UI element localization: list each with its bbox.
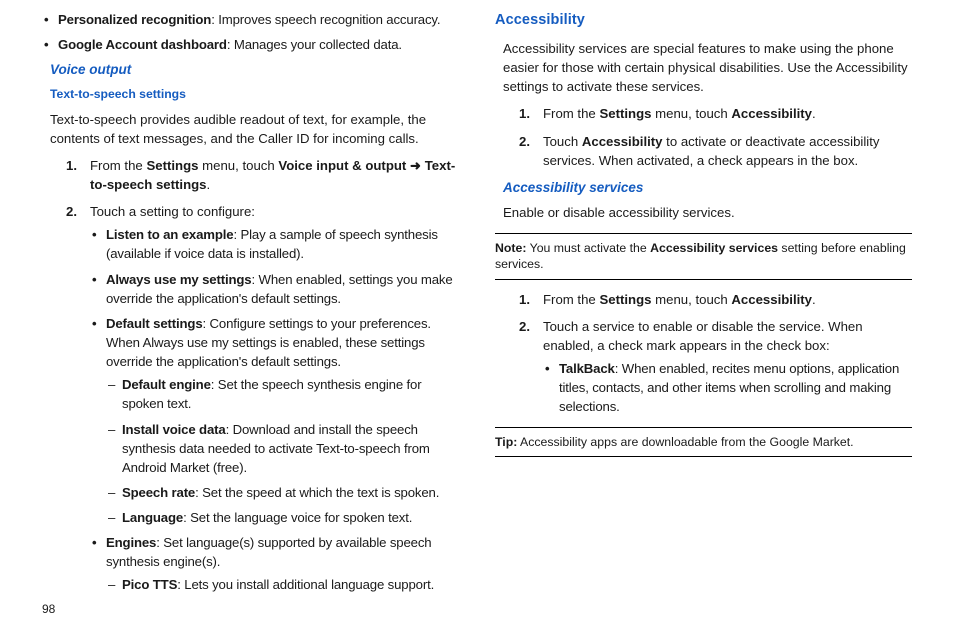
t: Voice input & output	[278, 158, 406, 173]
t: menu, touch	[198, 158, 278, 173]
list-item: TalkBack: When enabled, recites menu opt…	[543, 359, 912, 416]
step-1: From the Settings menu, touch Accessibil…	[519, 290, 912, 309]
config-bullets: Listen to an example: Play a sample of s…	[90, 225, 459, 594]
note-label: Note:	[495, 241, 526, 255]
term: Default settings	[106, 316, 203, 331]
tip-box: Tip: Accessibility apps are downloadable…	[495, 427, 912, 458]
step-1: From the Settings menu, touch Accessibil…	[519, 104, 912, 123]
desc: : Set the speed at which the text is spo…	[195, 485, 439, 500]
term: TalkBack	[559, 361, 615, 376]
t: You must activate the	[526, 241, 650, 255]
step-1: From the Settings menu, touch Voice inpu…	[66, 156, 459, 194]
t: Touch a service to enable or disable the…	[543, 319, 863, 353]
engines-dashes: Pico TTS: Lets you install additional la…	[106, 575, 459, 594]
list-item: Default settings: Configure settings to …	[90, 314, 459, 527]
t: Touch a setting to configure:	[90, 204, 255, 219]
term: Speech rate	[122, 485, 195, 500]
services-intro: Enable or disable accessibility services…	[495, 203, 912, 222]
t: Accessibility	[731, 292, 812, 307]
note-box: Note: You must activate the Accessibilit…	[495, 233, 912, 280]
t: From the	[543, 292, 599, 307]
voice-output-heading: Voice output	[42, 60, 459, 80]
t: Settings	[146, 158, 198, 173]
t: Settings	[599, 106, 651, 121]
tip-label: Tip:	[495, 435, 517, 449]
term: Listen to an example	[106, 227, 233, 242]
t: .	[207, 177, 211, 192]
accessibility-heading: Accessibility	[495, 10, 912, 31]
default-settings-dashes: Default engine: Set the speech synthesis…	[106, 375, 459, 527]
list-item: Listen to an example: Play a sample of s…	[90, 225, 459, 263]
list-item: Install voice data: Download and install…	[106, 420, 459, 477]
tts-steps: From the Settings menu, touch Voice inpu…	[42, 156, 459, 595]
left-column: Personalized recognition: Improves speec…	[42, 6, 459, 636]
desc: : Manages your collected data.	[227, 37, 402, 52]
page: Personalized recognition: Improves speec…	[0, 0, 954, 636]
list-item: Language: Set the language voice for spo…	[106, 508, 459, 527]
desc: : Improves speech recognition accuracy.	[211, 12, 440, 27]
accessibility-intro: Accessibility services are special featu…	[495, 39, 912, 96]
list-item: Speech rate: Set the speed at which the …	[106, 483, 459, 502]
term: Google Account dashboard	[58, 37, 227, 52]
list-item: Google Account dashboard: Manages your c…	[42, 35, 459, 54]
t: Settings	[599, 292, 651, 307]
t: From the	[543, 106, 599, 121]
t: Accessibility	[731, 106, 812, 121]
arrow-icon: ➜	[406, 158, 424, 173]
step-2: Touch Accessibility to activate or deact…	[519, 132, 912, 170]
step-2: Touch a service to enable or disable the…	[519, 317, 912, 417]
right-column: Accessibility Accessibility services are…	[495, 6, 912, 636]
talkback-bullet: TalkBack: When enabled, recites menu opt…	[543, 359, 912, 416]
term: Personalized recognition	[58, 12, 211, 27]
term: Engines	[106, 535, 156, 550]
list-item: Engines: Set language(s) supported by av…	[90, 533, 459, 594]
accessibility-steps-2: From the Settings menu, touch Accessibil…	[495, 290, 912, 417]
t: Accessibility services	[650, 241, 778, 255]
term: Default engine	[122, 377, 211, 392]
list-item: Pico TTS: Lets you install additional la…	[106, 575, 459, 594]
desc: : Set the language voice for spoken text…	[183, 510, 412, 525]
tts-heading: Text-to-speech settings	[42, 86, 459, 104]
list-item: Personalized recognition: Improves speec…	[42, 10, 459, 29]
accessibility-steps-1: From the Settings menu, touch Accessibil…	[495, 104, 912, 169]
t: Accessibility apps are downloadable from…	[517, 435, 853, 449]
tts-intro: Text-to-speech provides audible readout …	[42, 110, 459, 148]
t: .	[812, 292, 816, 307]
term: Install voice data	[122, 422, 226, 437]
term: Pico TTS	[122, 577, 177, 592]
t: .	[812, 106, 816, 121]
list-item: Always use my settings: When enabled, se…	[90, 270, 459, 308]
page-number: 98	[42, 601, 55, 618]
list-item: Default engine: Set the speech synthesis…	[106, 375, 459, 413]
accessibility-services-heading: Accessibility services	[495, 178, 912, 198]
t: From the	[90, 158, 146, 173]
term: Always use my settings	[106, 272, 252, 287]
step-2: Touch a setting to configure: Listen to …	[66, 202, 459, 595]
top-bullets: Personalized recognition: Improves speec…	[42, 10, 459, 54]
t: menu, touch	[651, 292, 731, 307]
desc: : Lets you install additional language s…	[177, 577, 434, 592]
term: Language	[122, 510, 183, 525]
t: Touch	[543, 134, 582, 149]
t: Accessibility	[582, 134, 663, 149]
t: menu, touch	[651, 106, 731, 121]
